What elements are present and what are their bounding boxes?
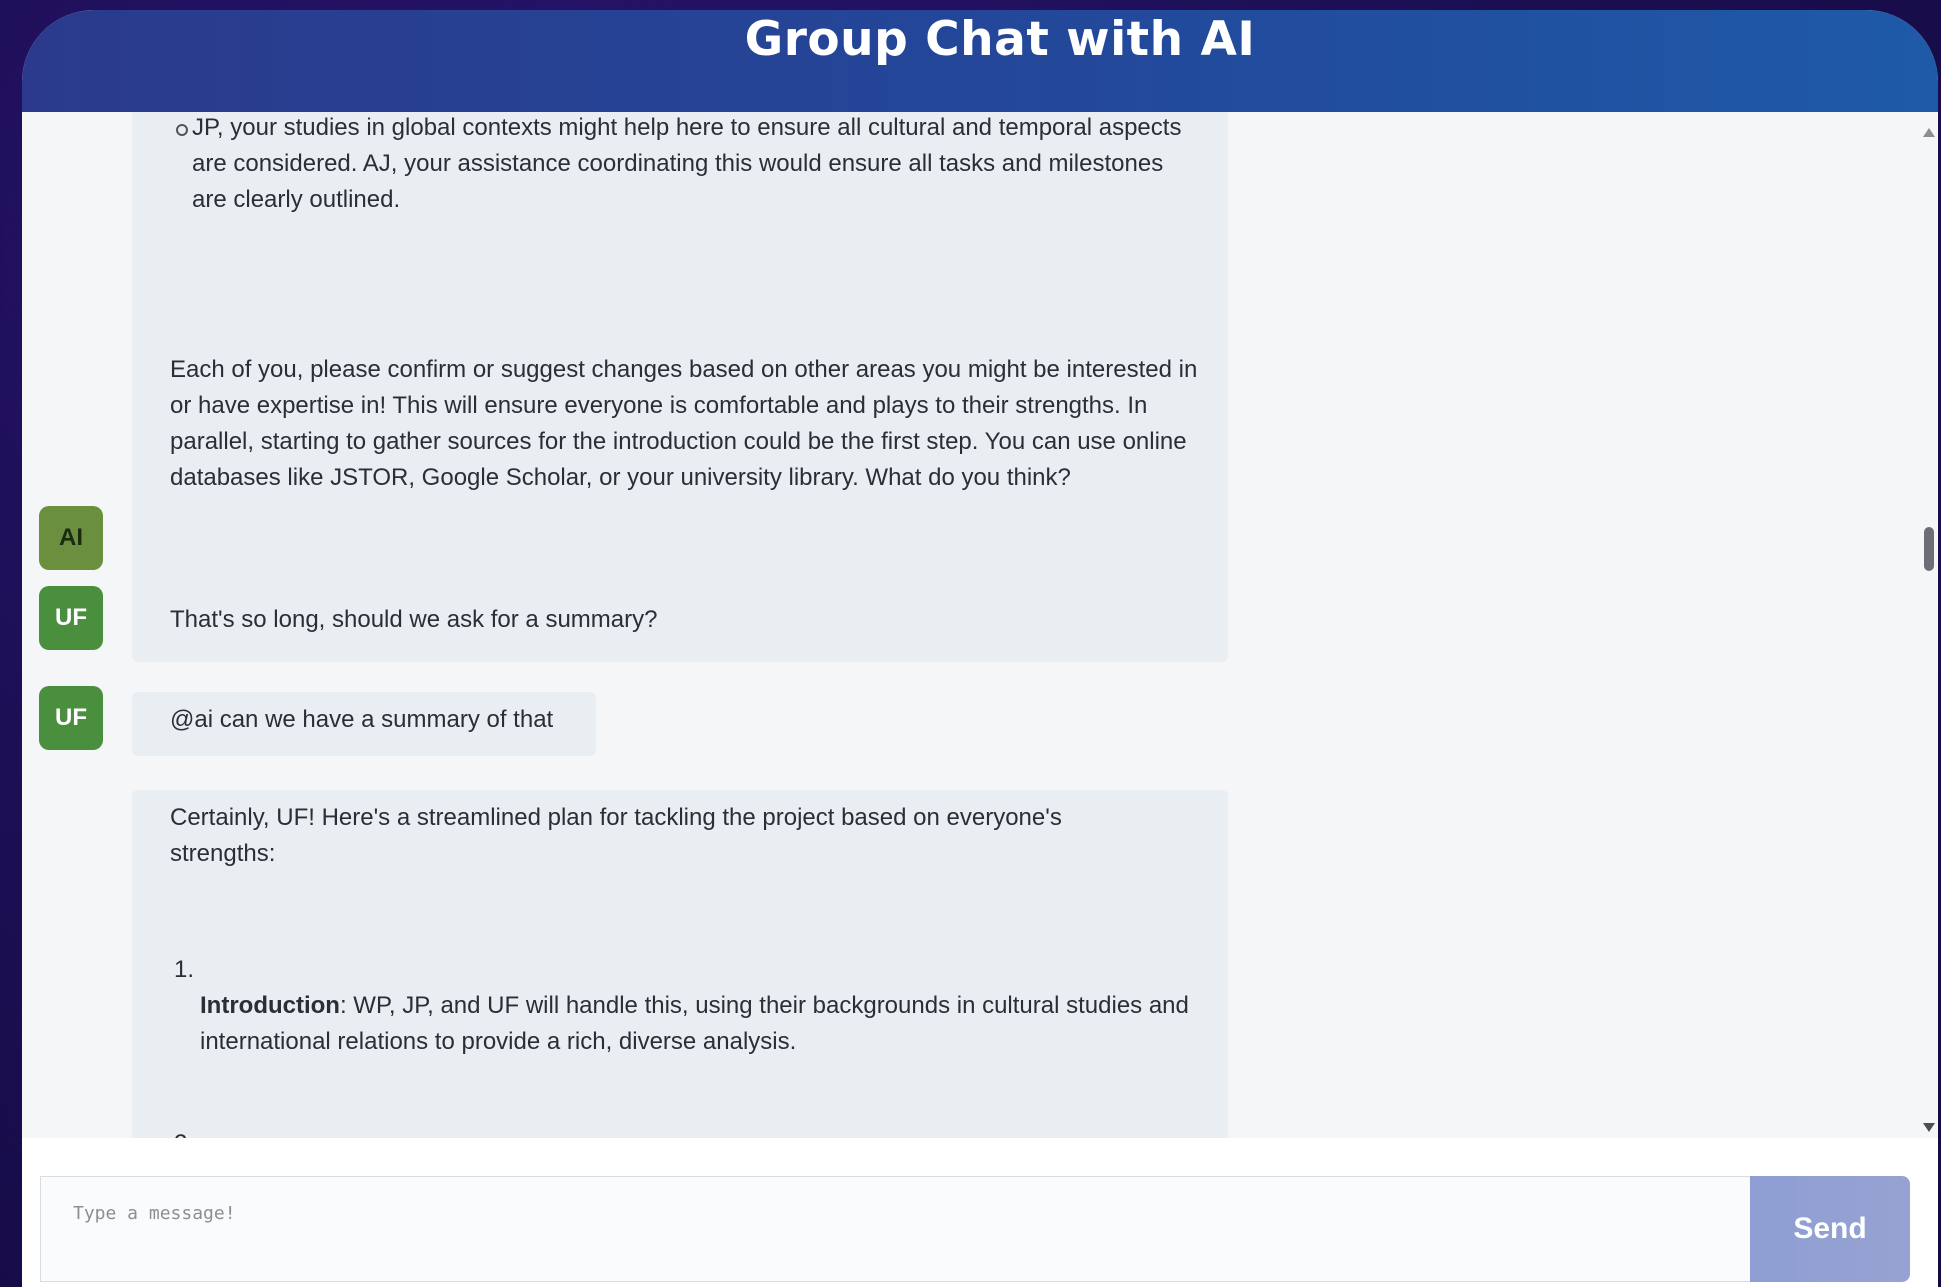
- scrollbar[interactable]: [1920, 112, 1938, 1138]
- chat-header: Group Chat with AI: [22, 10, 1938, 112]
- message-text: Each of you, please confirm or suggest c…: [170, 356, 1198, 491]
- avatar-ai: AI: [39, 506, 103, 570]
- message-intro-text: Certainly, UF! Here's a streamlined plan…: [170, 804, 1062, 867]
- list-number: 2.: [174, 1126, 194, 1138]
- list-item: Introduction: WP, JP, and UF will handle…: [200, 988, 1210, 1060]
- ai-message-bubble: Certainly, UF! Here's a streamlined plan…: [132, 790, 1228, 1138]
- message-text: @ai can we have a summary of that: [170, 706, 554, 733]
- user-message-bubble: That's so long, should we ask for a summ…: [132, 592, 700, 656]
- ai-message-bubble: JP, your studies in global contexts migh…: [132, 112, 1228, 662]
- message-list[interactable]: JP, your studies in global contexts migh…: [22, 112, 1920, 1138]
- avatar-uf: UF: [39, 686, 103, 750]
- user-message-bubble: @ai can we have a summary of that: [132, 692, 596, 756]
- scroll-down-icon[interactable]: [1923, 1123, 1935, 1132]
- list-number: 1.: [174, 956, 195, 983]
- bullet-marker: [176, 124, 188, 136]
- composer-bar: Type a message! Send: [22, 1138, 1938, 1287]
- chat-window: Group Chat with AI JP, your studies in g…: [22, 10, 1938, 1287]
- list-item-text: : WP, JP, and UF will handle this, using…: [200, 992, 1189, 1055]
- page-title: Group Chat with AI: [744, 12, 1256, 67]
- scroll-thumb[interactable]: [1924, 527, 1934, 571]
- scroll-up-icon[interactable]: [1923, 128, 1935, 137]
- list-item-title: Introduction: [200, 992, 340, 1019]
- message-input[interactable]: Type a message!: [40, 1176, 1770, 1282]
- send-button[interactable]: Send: [1750, 1176, 1910, 1282]
- message-bullet-text: JP, your studies in global contexts migh…: [192, 114, 1182, 213]
- message-text: That's so long, should we ask for a summ…: [170, 606, 658, 633]
- avatar-uf: UF: [39, 586, 103, 650]
